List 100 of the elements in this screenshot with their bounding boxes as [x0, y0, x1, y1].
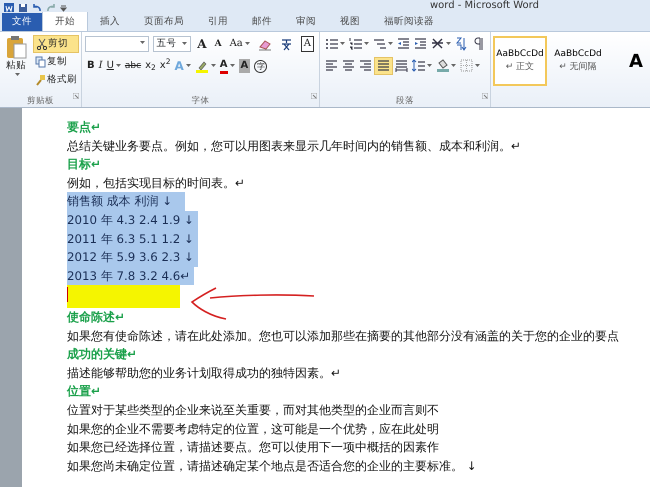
- copy-button[interactable]: 复制: [33, 53, 79, 71]
- undo-icon[interactable]: [32, 2, 42, 12]
- table-row-text: 2012 年 5.9 3.6 2.3 ↓: [67, 248, 198, 267]
- character-border-button[interactable]: A: [298, 35, 316, 53]
- caret-icon: [14, 73, 20, 77]
- scissors-icon: [36, 38, 48, 50]
- justify-icon: [377, 59, 390, 73]
- character-shading-button[interactable]: A: [236, 57, 252, 75]
- bullets-icon: [325, 37, 338, 51]
- window-title: word - Microsoft Word: [430, 0, 539, 12]
- align-center-icon: [342, 59, 355, 73]
- style-gallery-item[interactable]: A: [609, 36, 650, 86]
- brush-icon: [35, 74, 47, 86]
- caret-icon: [451, 64, 456, 68]
- clipboard-icon: [5, 35, 27, 59]
- dialog-launcher-icon[interactable]: [482, 93, 488, 100]
- cut-button[interactable]: 剪切: [33, 35, 79, 53]
- align-left-icon: [325, 59, 338, 73]
- strikethrough-button[interactable]: abc: [122, 57, 144, 75]
- increase-indent-icon: [414, 37, 427, 51]
- multilevel-list-icon: [373, 37, 386, 51]
- paragraph-text: 位置对于某些类型的企业来说至关重要，而对其他类型的企业而言则不: [67, 402, 439, 419]
- ribbon-tab[interactable]: 审阅: [284, 13, 328, 31]
- grow-font-button[interactable]: A: [195, 35, 209, 53]
- change-case-button[interactable]: Aa: [228, 35, 252, 53]
- font-color-button[interactable]: A: [218, 57, 237, 75]
- ribbon-tab[interactable]: 页面布局: [132, 13, 196, 31]
- paragraph-marks-icon: [472, 37, 485, 51]
- caret-icon: [230, 64, 235, 68]
- justify-button[interactable]: [374, 57, 393, 75]
- dialog-launcher-icon[interactable]: [73, 93, 79, 100]
- decrease-indent-icon: [397, 37, 410, 51]
- underline-button[interactable]: U: [104, 57, 123, 75]
- align-right-icon: [359, 59, 372, 73]
- table-row-text: 销售额 成本 利润 ↓: [67, 192, 185, 211]
- ribbon-tab[interactable]: 邮件: [240, 13, 284, 31]
- caret-icon: [116, 64, 121, 68]
- paragraph-text: 如果您已经选择位置，请描述要点。您可以使用下一项中概括的因素作: [67, 439, 439, 456]
- caret-icon: [427, 64, 432, 68]
- format-painter-button[interactable]: 格式刷: [33, 71, 79, 89]
- highlighter-icon: [194, 60, 209, 72]
- table-row-text: 2010 年 4.3 2.4 1.9 ↓: [67, 210, 198, 230]
- font-name-field[interactable]: [85, 36, 149, 52]
- table-row-text: 2013 年 7.8 3.2 4.6↵: [67, 266, 194, 286]
- heading-text: 成功的关键↵: [67, 346, 137, 364]
- sort-icon: [455, 37, 468, 51]
- caret-icon: [210, 64, 216, 68]
- chinese-layout-icon: [431, 37, 444, 51]
- shading-button[interactable]: [434, 57, 458, 75]
- style-gallery-item[interactable]: AaBbCcDd ↵ 无间隔: [551, 36, 605, 86]
- caret-icon: [364, 42, 369, 46]
- paragraph-text: 如果您尚未确定位置，请描述确定某个地点是否适合您的企业的主要标准。 ↓: [67, 458, 477, 475]
- dialog-launcher-icon[interactable]: [311, 93, 317, 100]
- word-logo-icon[interactable]: [4, 2, 14, 12]
- ribbon-tab[interactable]: 视图: [328, 13, 372, 31]
- heading-text: 要点↵: [67, 119, 101, 136]
- ribbon-tab[interactable]: 福昕阅读器: [372, 13, 446, 31]
- ribbon-tab[interactable]: 引用: [196, 13, 240, 31]
- caret-icon: [244, 42, 250, 46]
- superscript-button[interactable]: x$^{2}$: [158, 57, 172, 75]
- borders-icon: [460, 59, 473, 73]
- group-label: 剪贴板: [27, 95, 54, 107]
- paragraph-text: 描述能够帮助您的业务计划取得成功的独特因素。↵: [67, 364, 341, 382]
- paragraph-text: 如果您有使命陈述，请在此处添加。您也可以添加那些在摘要的其他部分没有涵盖的关于您的企业的要点: [67, 328, 619, 345]
- eraser-icon: [258, 38, 272, 50]
- caret-icon: [340, 42, 345, 46]
- shading-icon: [436, 59, 449, 73]
- caret-icon: [140, 41, 145, 46]
- subscript-button[interactable]: x$_{2}$: [143, 57, 158, 75]
- caret-icon: [446, 42, 451, 46]
- heading-text: 位置↵: [67, 383, 101, 400]
- line-spacing-icon: [412, 59, 425, 73]
- phonetic-guide-icon: [280, 38, 293, 50]
- copy-icon: [35, 56, 47, 68]
- caret-icon: [388, 42, 393, 46]
- heading-text: 使命陈述↵: [67, 308, 125, 326]
- group-label: 段落: [396, 95, 414, 107]
- numbering-button[interactable]: [347, 35, 371, 53]
- paste-button[interactable]: 粘贴: [3, 35, 29, 85]
- ribbon-tab[interactable]: 插入: [88, 13, 132, 31]
- bold-button[interactable]: B: [85, 57, 97, 75]
- paragraph-text: 如果您的企业不需要考虑特定的位置，这可能是一个优势，应在此处明: [67, 420, 439, 438]
- paragraph-text: 例如，包括实现目标的时间表。↵: [67, 174, 245, 192]
- caret-icon: [186, 64, 191, 68]
- distributed-icon: [395, 59, 408, 73]
- caret-icon: [475, 64, 480, 68]
- italic-button[interactable]: I: [96, 57, 105, 75]
- heading-text: 目标↵: [67, 156, 101, 174]
- numbering-icon: [349, 37, 362, 51]
- caret-icon: [182, 42, 188, 46]
- style-gallery-item[interactable]: AaBbCcDd ↵ 正文: [493, 36, 547, 86]
- customize-icon[interactable]: [60, 2, 67, 12]
- table-row-text: 2011 年 6.3 5.1 1.2 ↓: [67, 230, 198, 248]
- shrink-font-button[interactable]: A: [212, 35, 224, 53]
- paragraph-text: 总结关键业务要点。例如，您可以用图表来显示几年时间内的销售额、成本和利润。↵: [67, 138, 521, 155]
- group-label: 字体: [192, 95, 210, 107]
- ribbon-tab[interactable]: 开始: [42, 11, 88, 31]
- font-size-field[interactable]: 五号: [152, 36, 192, 52]
- text-cursor-icon: [67, 287, 68, 302]
- save-icon[interactable]: [18, 2, 28, 12]
